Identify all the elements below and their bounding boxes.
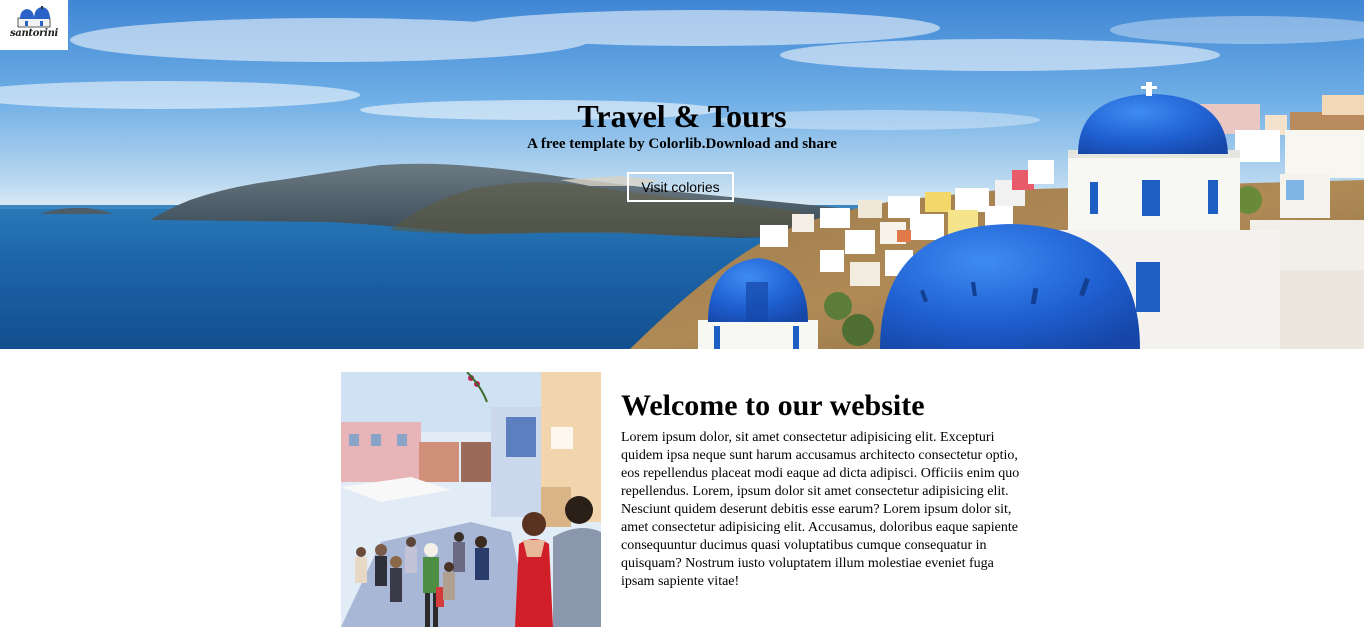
visit-colories-button[interactable]: Visit colories	[627, 172, 734, 202]
hero-title: Travel & Tours	[577, 98, 787, 134]
welcome-body-text: Lorem ipsum dolor, sit amet consectetur …	[621, 430, 1020, 589]
logo-text: santorini	[9, 28, 59, 39]
church-dome-icon	[17, 6, 51, 28]
welcome-section: Welcome to our website Lorem ipsum dolor…	[621, 388, 1026, 591]
hero-banner: santorini Travel & Tours A free template…	[0, 0, 1364, 349]
hero-subtitle: A free template by Colorlib.Download and…	[527, 136, 837, 152]
welcome-photo	[341, 372, 601, 627]
welcome-heading: Welcome to our website	[621, 389, 925, 422]
site-logo[interactable]: santorini	[0, 0, 68, 50]
